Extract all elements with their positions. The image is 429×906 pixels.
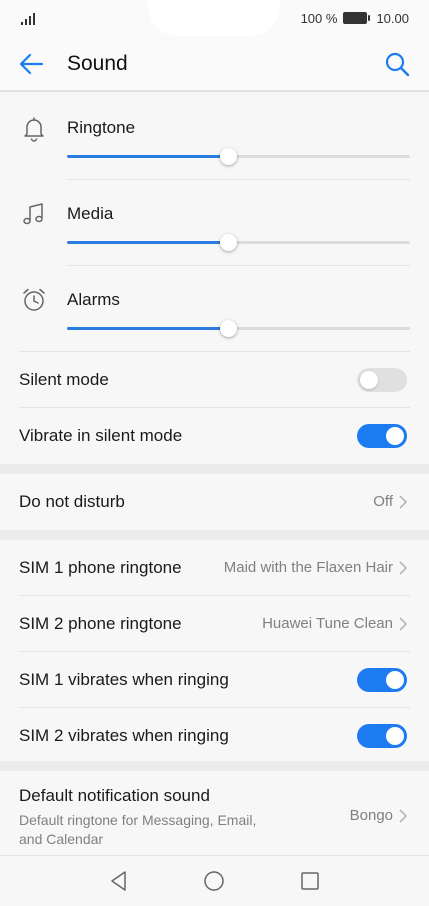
battery-percent: 100 % [300,10,338,26]
alarms-slider-fill [67,327,229,330]
camera-notch [148,0,280,36]
chevron-right-icon [399,809,407,822]
app-bar: Sound [0,36,429,92]
chevron-right-icon [399,495,407,508]
media-slider-thumb[interactable] [220,234,238,251]
vibrate-silent-switch[interactable] [357,424,407,448]
media-volume-row: Media [0,180,429,266]
signal-icon [21,13,35,25]
status-right: 100 % 10.00 [301,10,409,26]
media-label: Media [67,204,114,223]
sim1-vibrate-label: SIM 1 vibrates when ringing [19,670,229,689]
status-bar: 100 % 10.00 [0,0,429,36]
navigation-bar [0,855,429,906]
alarms-slider-thumb[interactable] [220,320,238,337]
sim2-ringtone-name: Huawei Tune Clean [262,615,393,632]
alarms-volume-row: Alarms [0,266,429,352]
chevron-right-icon [399,561,407,574]
do-not-disturb-label: Do not disturb [19,492,125,511]
sim1-ringtone-label: SIM 1 phone ringtone [19,558,182,577]
sim1-ringtone-row[interactable]: SIM 1 phone ringtone Maid with the Flaxe… [0,540,429,596]
silent-mode-row: Silent mode [0,352,429,408]
sim2-ringtone-row[interactable]: SIM 2 phone ringtone Huawei Tune Clean [0,596,429,652]
media-slider-fill [67,241,229,244]
alarms-slider[interactable] [67,320,410,337]
ringtone-volume-row: Ringtone [0,94,429,180]
alarm-clock-icon [23,288,45,311]
music-note-icon [23,203,43,225]
sim1-vibrate-switch[interactable] [357,668,407,692]
sim2-vibrate-label: SIM 2 vibrates when ringing [19,726,229,745]
chevron-right-icon [399,617,407,630]
vibrate-silent-row: Vibrate in silent mode [0,408,429,464]
search-icon[interactable] [383,50,411,78]
clock: 10.00 [376,10,409,26]
notification-sound-subtitle: Default ringtone for Messaging, Email, a… [19,812,257,847]
notification-sound-label: Default notification sound [19,786,210,805]
section-gap [0,761,429,771]
vibrate-silent-label: Vibrate in silent mode [19,426,183,445]
notification-sound-name: Bongo [349,807,393,824]
back-arrow-icon[interactable] [16,50,48,78]
notification-sound-value: Bongo [350,807,407,824]
ringtone-slider-fill [67,155,229,158]
recents-square-icon[interactable] [299,870,321,892]
bell-icon [24,117,44,142]
sim2-ringtone-value: Huawei Tune Clean [262,615,407,632]
back-triangle-icon[interactable] [108,870,130,892]
silent-mode-label: Silent mode [19,370,109,389]
ringtone-slider-thumb[interactable] [220,148,238,165]
page-title: Sound [67,52,128,75]
notification-sound-row[interactable]: Default notification sound Default ringt… [0,771,429,855]
sim1-ringtone-value: Maid with the Flaxen Hair [224,559,407,576]
sim2-vibrate-switch[interactable] [357,724,407,748]
section-gap [0,464,429,474]
battery-icon [343,12,371,24]
section-gap [0,530,429,540]
alarms-label: Alarms [67,290,120,309]
sim1-ringtone-name: Maid with the Flaxen Hair [223,559,393,576]
media-slider[interactable] [67,234,410,251]
sim1-vibrate-row: SIM 1 vibrates when ringing [0,652,429,708]
sim2-ringtone-label: SIM 2 phone ringtone [19,614,182,633]
ringtone-label: Ringtone [67,118,136,137]
do-not-disturb-status: Off [373,493,393,510]
silent-mode-switch[interactable] [357,368,407,392]
home-circle-icon[interactable] [203,870,225,892]
sim2-vibrate-row: SIM 2 vibrates when ringing [0,708,429,764]
do-not-disturb-value: Off [373,493,407,510]
ringtone-slider[interactable] [67,148,410,165]
do-not-disturb-row[interactable]: Do not disturb Off [0,474,429,530]
